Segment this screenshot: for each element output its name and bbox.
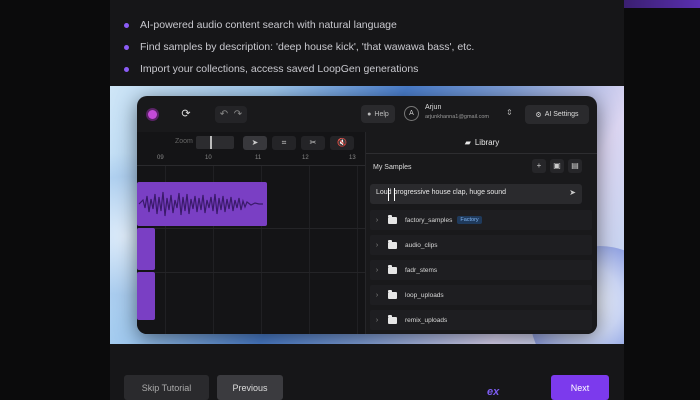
previous-button[interactable]: Previous [217, 375, 283, 400]
user-email: arjunkhanna1@gmail.com [425, 114, 489, 120]
daw-app-window: ⟳ ↶ ↷ ● Help A Arjun arjunkhanna1@gmail.co… [137, 96, 597, 334]
folder-name: audio_clips [405, 241, 438, 249]
folder-item[interactable]: › factory_samples Factory [370, 210, 592, 230]
audio-clip[interactable] [137, 182, 267, 226]
folder-item[interactable]: › remix_uploads [370, 310, 592, 330]
cut-tool-button[interactable]: ✂ [301, 136, 325, 150]
record-icon[interactable] [148, 110, 157, 119]
library-tab-label: Library [474, 138, 500, 147]
folder-item[interactable]: › audio_clips [370, 235, 592, 255]
factory-badge: Factory [457, 216, 482, 224]
folder-item[interactable]: › fadr_stems [370, 260, 592, 280]
loop-icon[interactable]: ⟳ [179, 107, 193, 121]
ruler-tick-label: 13 [349, 155, 356, 161]
help-label: Help [374, 110, 389, 118]
scissors-icon: ✂ [309, 138, 317, 147]
mute-tool-button[interactable]: 🔇 [330, 136, 354, 150]
feature-text: Find samples by description: 'deep house… [140, 41, 475, 53]
undo-icon: ↶ [219, 109, 229, 120]
pointer-tool-button[interactable]: ➤ [243, 136, 267, 150]
audio-clip[interactable] [137, 272, 155, 320]
new-folder-button[interactable]: ▣ [550, 159, 564, 173]
zoom-label: Zoom [175, 138, 193, 145]
feature-item: AI-powered audio content search with nat… [124, 14, 614, 36]
timeline-pane: Zoom ➤ ⌗ ✂ 🔇 09 10 11 12 13 [137, 132, 365, 334]
my-samples-heading: My Samples [373, 164, 412, 171]
waveform-icon [138, 191, 263, 217]
folder-name: factory_samples [405, 216, 453, 224]
folder-icon [388, 264, 397, 274]
folder-icon [388, 239, 397, 249]
gear-icon: ⚙ [535, 111, 542, 119]
brand-logo: ex [487, 386, 500, 398]
help-icon: ● [367, 110, 372, 118]
timeline-ruler[interactable]: 09 10 11 12 13 [137, 154, 365, 166]
pointer-icon: ➤ [251, 138, 259, 147]
folder-name: loop_uploads [405, 291, 444, 299]
app-toolbar: ⟳ ↶ ↷ ● Help A Arjun arjunkhanna1@gmail.co… [137, 96, 597, 132]
folder-plus-icon: ▣ [553, 161, 561, 170]
feature-item: Import your collections, access saved Lo… [124, 58, 614, 80]
user-name: Arjun [425, 104, 442, 111]
folder-icon: ▰ [464, 138, 471, 147]
plus-icon: + [536, 161, 542, 170]
track-separator [137, 228, 365, 229]
next-button[interactable]: Next [551, 375, 609, 400]
ruler-tick-label: 09 [157, 155, 164, 161]
redo-icon: ↷ [233, 109, 243, 120]
import-folder-button[interactable]: ▤ [568, 159, 582, 173]
folder-import-icon: ▤ [571, 161, 579, 170]
folder-name: remix_uploads [405, 316, 448, 324]
send-icon[interactable]: ➤ [569, 188, 576, 197]
ai-settings-label: AI Settings [544, 111, 579, 118]
bullet-dot-icon [124, 22, 129, 28]
tab-library[interactable]: ▰ Library [366, 132, 597, 154]
ai-settings-button[interactable]: ⚙ AI Settings [525, 105, 589, 124]
folder-item[interactable]: › loop_uploads [370, 285, 592, 305]
folder-icon [388, 289, 397, 299]
chevron-right-icon[interactable]: › [370, 267, 384, 274]
tutorial-preview-image: ⟳ ↶ ↷ ● Help A Arjun arjunkhanna1@gmail.co… [110, 86, 624, 344]
select-tool-button[interactable]: ⌗ [272, 136, 296, 150]
ruler-tick-label: 11 [255, 155, 262, 161]
zoom-slider-handle[interactable] [210, 136, 212, 149]
mute-icon: 🔇 [337, 138, 347, 147]
audio-clip[interactable] [137, 228, 155, 270]
track-separator [137, 272, 365, 273]
gridline [309, 166, 310, 334]
feature-text: Import your collections, access saved Lo… [140, 63, 419, 75]
chevron-updown-icon[interactable]: ⇕ [506, 108, 513, 117]
folder-icon [388, 314, 397, 324]
chevron-right-icon[interactable]: › [370, 317, 384, 324]
gridline [357, 166, 358, 334]
search-query-text: Loud progressive house clap, huge sound [376, 189, 506, 196]
chevron-right-icon[interactable]: › [370, 292, 384, 299]
zoom-slider[interactable] [196, 136, 234, 149]
feature-list: AI-powered audio content search with nat… [124, 14, 614, 80]
chevron-right-icon[interactable]: › [370, 242, 384, 249]
library-pane: ▰ Library My Samples + ▣ ▤ Loud progressi… [365, 132, 597, 334]
undo-button[interactable]: ↶ ↷ [215, 106, 247, 123]
chevron-right-icon[interactable]: › [370, 217, 384, 224]
feature-text: AI-powered audio content search with nat… [140, 19, 397, 31]
bullet-dot-icon [124, 44, 129, 50]
ruler-tick-label: 12 [302, 155, 309, 161]
ruler-tick-label: 10 [205, 155, 212, 161]
text-cursor-icon [388, 188, 395, 201]
avatar[interactable]: A [404, 106, 419, 121]
tutorial-overlay: AI-powered audio content search with nat… [0, 0, 700, 400]
sample-search-input[interactable]: Loud progressive house clap, huge sound … [370, 184, 582, 204]
top-accent-strip [624, 0, 700, 8]
feature-item: Find samples by description: 'deep house… [124, 36, 614, 58]
tutorial-modal: AI-powered audio content search with nat… [110, 0, 624, 400]
add-sample-button[interactable]: + [532, 159, 546, 173]
help-button[interactable]: ● Help [361, 105, 395, 123]
bullet-dot-icon [124, 66, 129, 72]
marquee-icon: ⌗ [281, 138, 287, 147]
skip-tutorial-button[interactable]: Skip Tutorial [124, 375, 209, 400]
folder-icon [388, 214, 397, 224]
folder-name: fadr_stems [405, 266, 438, 274]
